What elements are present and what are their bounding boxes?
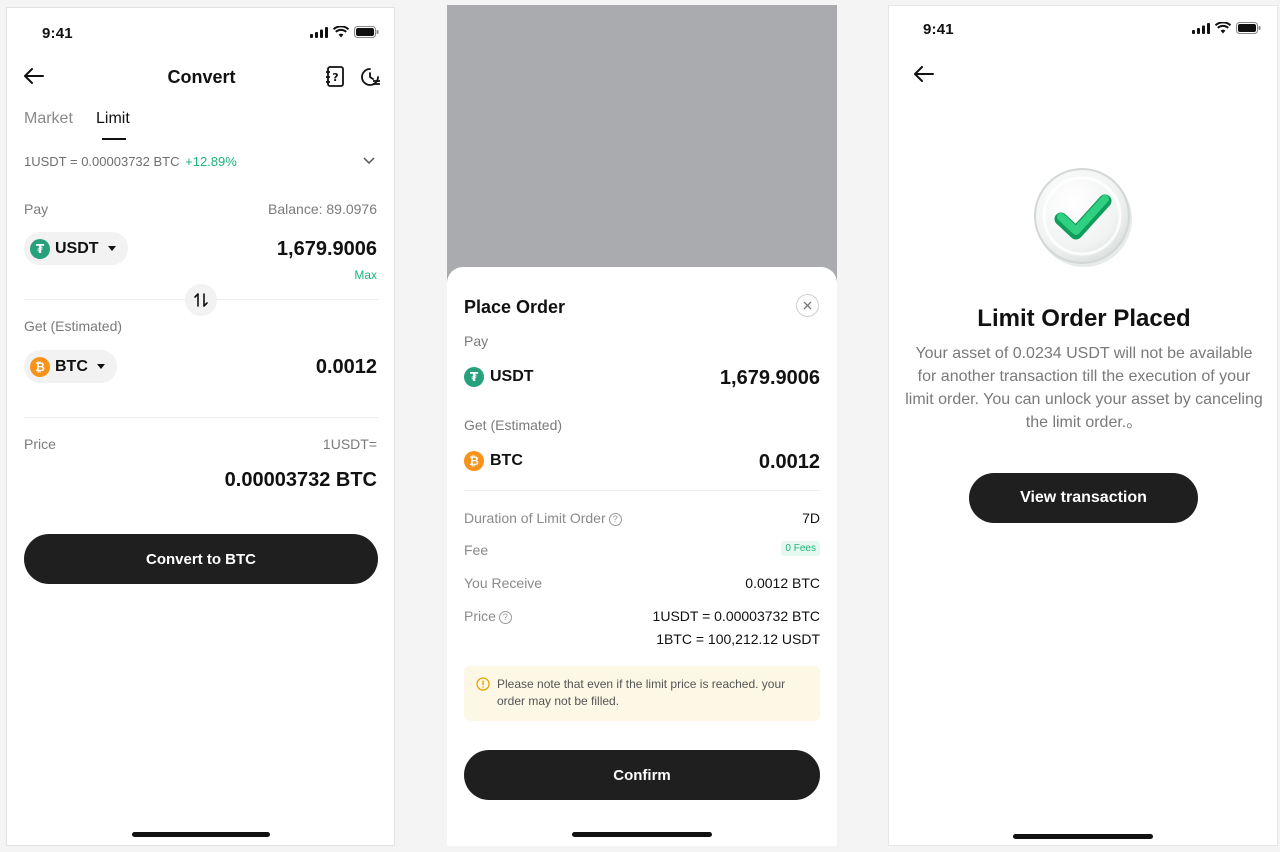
- notice-text: Please note that even if the limit price…: [497, 677, 786, 708]
- get-label: Get (Estimated): [24, 318, 123, 334]
- duration-label-text: Duration of Limit Order: [464, 510, 606, 526]
- btc-icon: ₿: [30, 356, 50, 377]
- price-value: 1USDT = 0.00003732 BTC: [652, 608, 820, 624]
- status-icons: [310, 26, 379, 38]
- swap-button[interactable]: [185, 284, 217, 316]
- convert-button[interactable]: Convert to BTC: [24, 534, 378, 584]
- tab-market-label: Market: [24, 110, 73, 127]
- pay-coin-label: USDT: [490, 368, 534, 385]
- help-icon[interactable]: ?: [498, 610, 512, 624]
- history-icon[interactable]: [359, 66, 381, 88]
- chevron-down-icon[interactable]: [363, 157, 375, 165]
- wifi-icon: [333, 26, 349, 38]
- fee-label: Fee: [464, 542, 489, 558]
- home-indicator: [1013, 834, 1153, 839]
- usdt-icon: ₮: [30, 238, 50, 259]
- help-icon[interactable]: ?: [608, 512, 622, 526]
- status-time: 9:41: [42, 25, 73, 42]
- active-tab-indicator: [102, 138, 126, 140]
- pay-amount: 1,679.9006: [719, 367, 820, 389]
- battery-icon: [1236, 22, 1261, 34]
- tab-limit-label: Limit: [96, 110, 130, 127]
- rate-text: 1USDT = 0.00003732 BTC: [24, 154, 180, 169]
- confirm-button[interactable]: Confirm: [464, 750, 820, 800]
- view-transaction-button[interactable]: View transaction: [969, 473, 1198, 523]
- pay-label: Pay: [464, 333, 489, 349]
- overlay-backdrop[interactable]: [447, 5, 837, 267]
- pay-coin: ₮ USDT: [464, 367, 534, 387]
- tab-limit[interactable]: Limit: [96, 110, 130, 128]
- convert-screen: 9:41 Convert ? Market Limit 1USDT = 0.00…: [6, 7, 395, 846]
- get-label: Get (Estimated): [464, 417, 563, 433]
- price-value-inverse: 1BTC = 100,212.12 USDT: [656, 631, 820, 647]
- get-coin-label: BTC: [490, 452, 523, 469]
- get-coin-label: BTC: [55, 357, 88, 375]
- success-check-icon: [1034, 168, 1132, 267]
- order-book-icon[interactable]: ?: [325, 66, 345, 88]
- pay-coin-select[interactable]: ₮ USDT: [24, 232, 128, 265]
- balance-text: Balance: 89.0976: [268, 201, 377, 217]
- status-time: 9:41: [923, 21, 954, 38]
- price-unit: 1USDT=: [322, 436, 377, 452]
- btc-icon: ₿: [464, 451, 484, 471]
- close-icon: [803, 301, 812, 310]
- success-message: Your asset of 0.0234 USDT will not be av…: [905, 345, 1263, 431]
- divider: [464, 490, 820, 491]
- status-icons: [1192, 22, 1261, 34]
- duration-label: Duration of Limit Order?: [464, 510, 622, 526]
- duration-value: 7D: [802, 510, 820, 526]
- sheet-title: Place Order: [464, 297, 566, 317]
- place-order-screen: Place Order Pay ₮ USDT 1,679.9006 Get (E…: [447, 5, 837, 846]
- caret-down-icon: [96, 364, 105, 369]
- max-button[interactable]: Max: [354, 268, 377, 282]
- get-amount: 0.0012: [758, 451, 820, 473]
- pay-label: Pay: [24, 201, 49, 217]
- price-value-input[interactable]: 0.00003732 BTC: [225, 469, 377, 492]
- get-amount: 0.0012: [315, 356, 377, 378]
- pay-amount-input[interactable]: 1,679.9006: [277, 238, 377, 261]
- order-placed-screen: 9:41 Limit Order Placed Your asset of 0.…: [888, 5, 1278, 846]
- svg-text:?: ?: [332, 71, 338, 84]
- rate-change: +12.89%: [185, 154, 237, 169]
- success-title: Limit Order Placed: [977, 305, 1191, 332]
- price-label: Price?: [464, 608, 512, 624]
- battery-icon: [354, 26, 379, 38]
- fee-badge: 0 Fees: [781, 541, 820, 556]
- price-label-text: Price: [464, 608, 496, 624]
- close-button[interactable]: [796, 294, 819, 317]
- warning-icon: [476, 677, 490, 691]
- back-arrow-icon[interactable]: [914, 66, 934, 82]
- home-indicator: [572, 832, 712, 837]
- home-indicator: [131, 832, 270, 837]
- receive-label: You Receive: [464, 575, 543, 591]
- price-label: Price: [24, 436, 56, 452]
- receive-value: 0.0012 BTC: [745, 575, 820, 591]
- pay-coin-label: USDT: [55, 239, 99, 257]
- get-coin-select[interactable]: ₿ BTC: [24, 350, 117, 383]
- tab-market[interactable]: Market: [24, 110, 73, 128]
- place-order-sheet: Place Order Pay ₮ USDT 1,679.9006 Get (E…: [447, 267, 837, 846]
- get-coin: ₿ BTC: [464, 451, 523, 471]
- notice-box: Please note that even if the limit price…: [464, 666, 820, 721]
- divider: [24, 417, 378, 418]
- rate-row[interactable]: 1USDT = 0.00003732 BTC +12.89%: [24, 154, 237, 169]
- signal-icon: [1192, 22, 1210, 34]
- swap-icon: [194, 293, 208, 307]
- signal-icon: [310, 26, 328, 38]
- usdt-icon: ₮: [464, 367, 484, 387]
- caret-down-icon: [107, 246, 116, 251]
- wifi-icon: [1215, 22, 1231, 34]
